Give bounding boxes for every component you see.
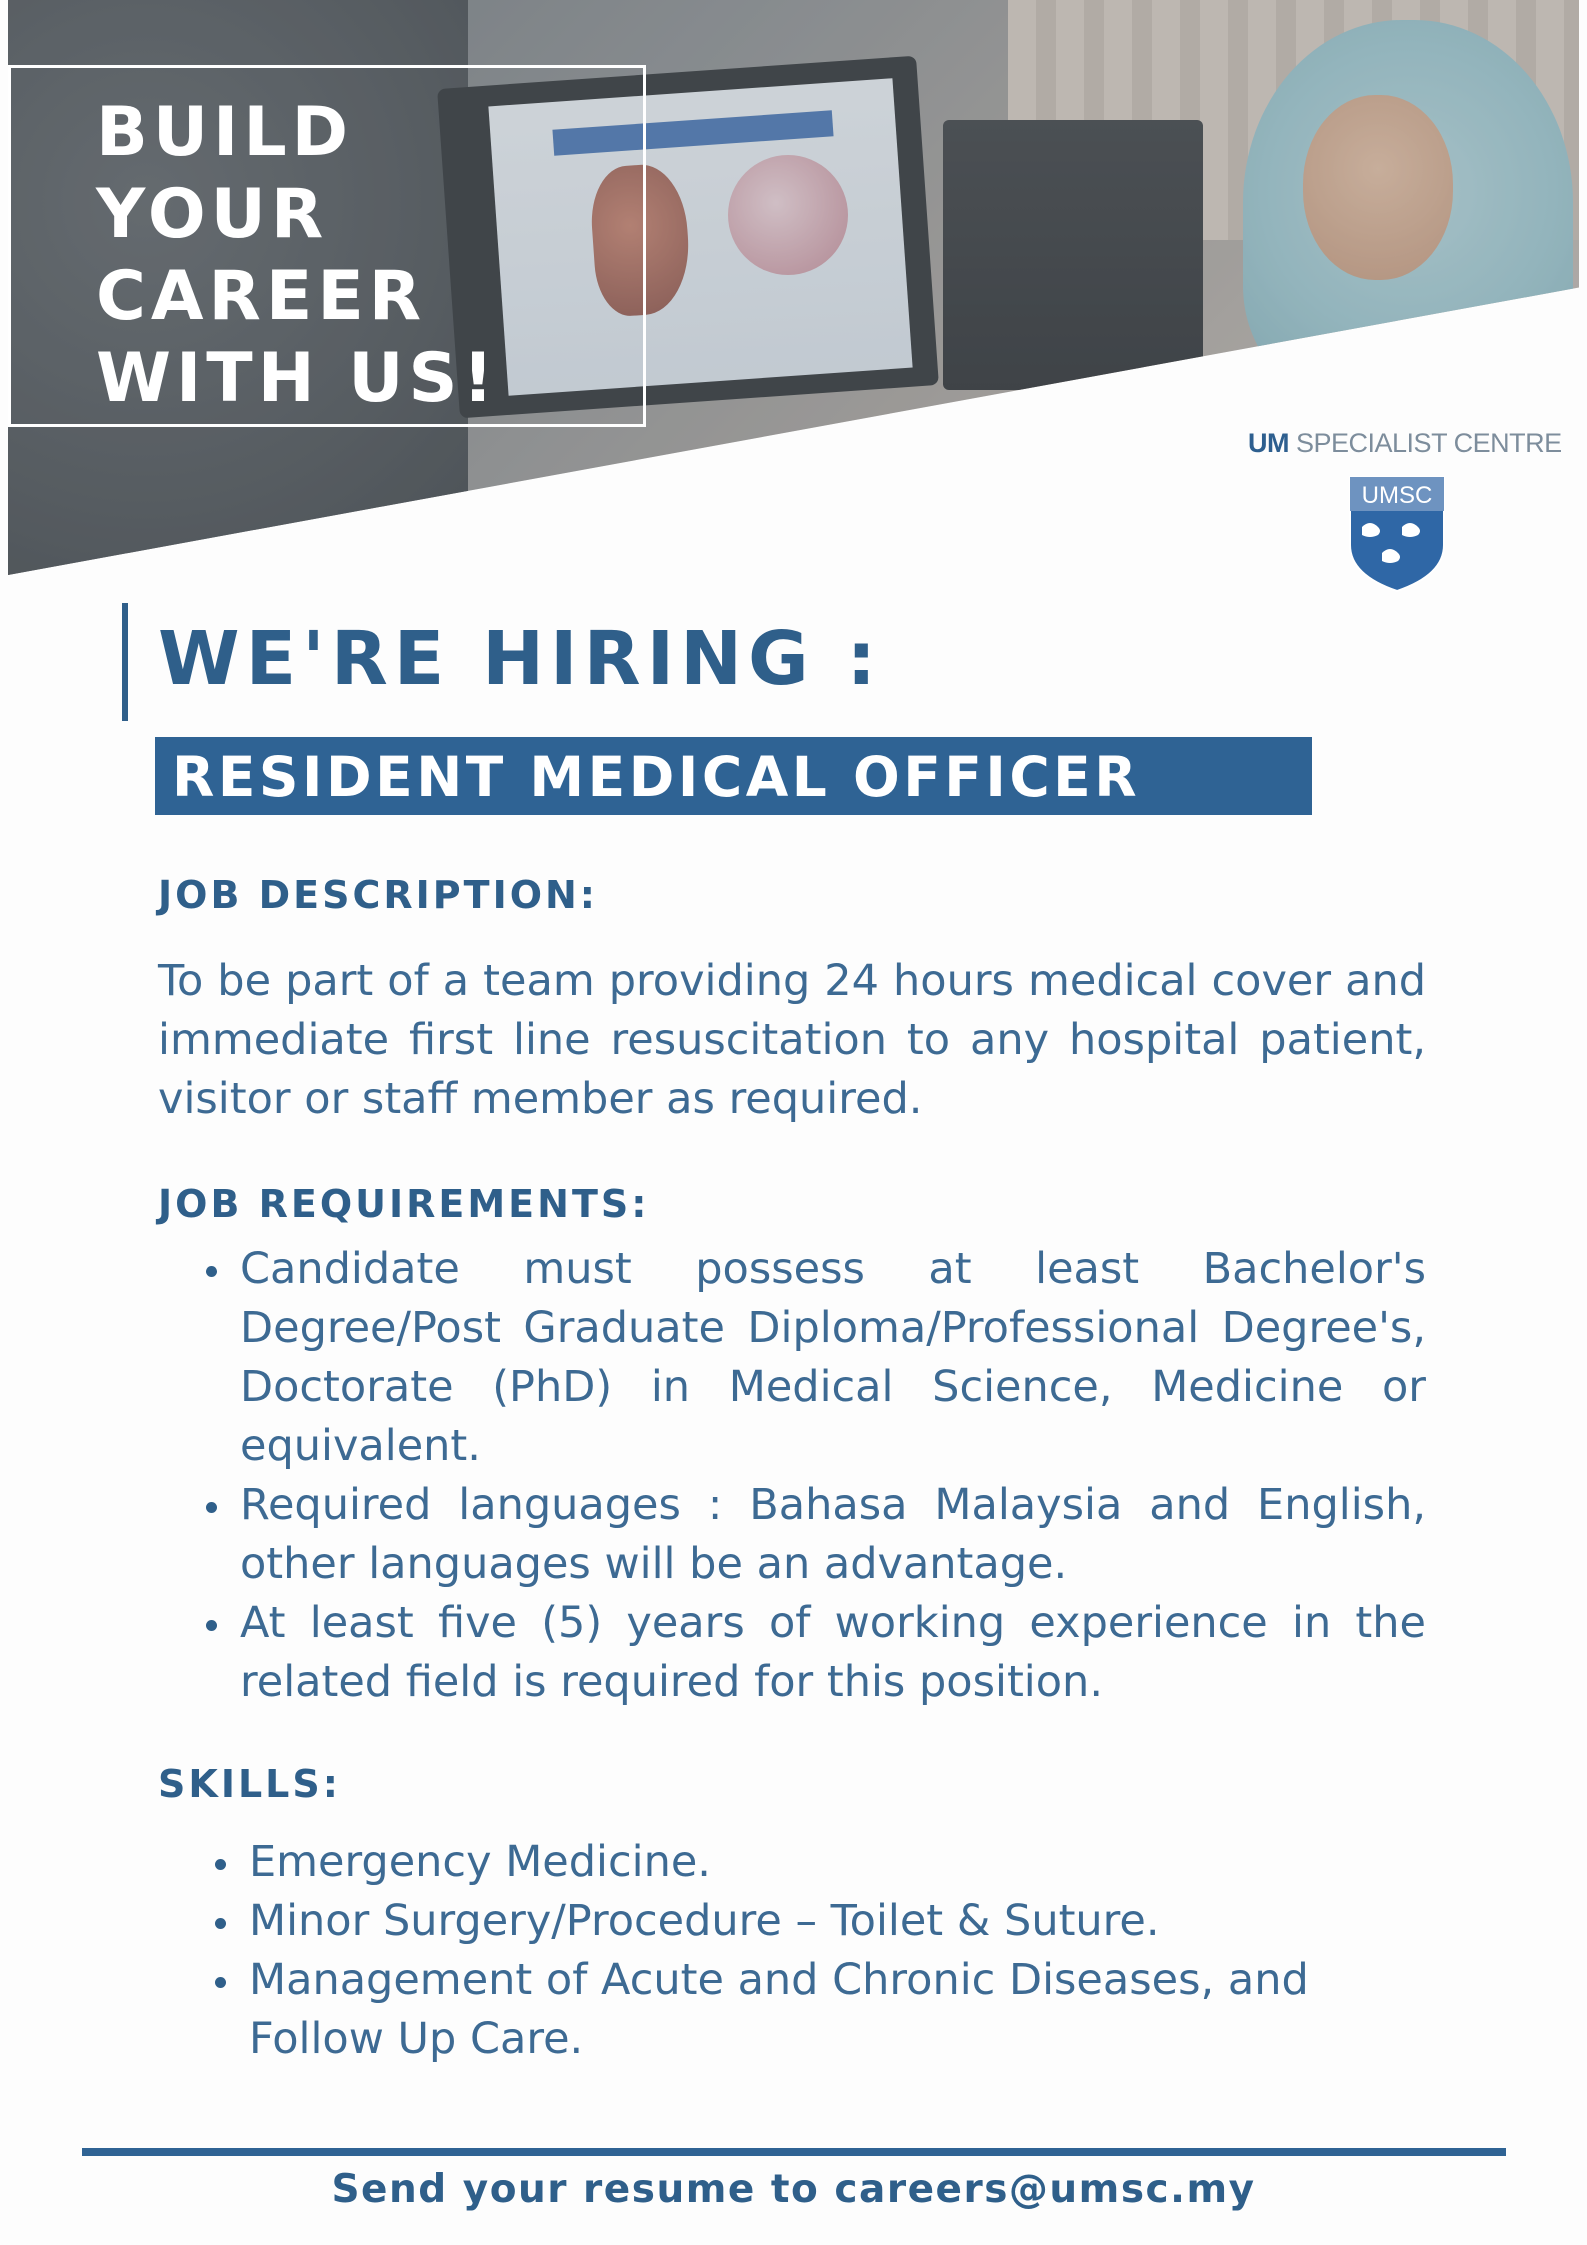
hiring-title: WE'RE HIRING : [158,616,883,702]
job-requirements-heading: JOB REQUIREMENTS: [158,1182,650,1226]
umsc-shield-logo: UMSC [1349,476,1445,593]
skills-heading: SKILLS: [158,1762,341,1806]
position-title: RESIDENT MEDICAL OFFICER [172,745,1141,809]
job-description-text: To be part of a team providing 24 hours … [158,956,1426,1124]
footer-divider [82,2148,1506,2156]
skills-list: Emergency Medicine. Minor Surgery/Proced… [215,1833,1449,2069]
job-requirements-list: Candidate must possess at least Bachelor… [206,1240,1426,1712]
list-item: At least five (5) years of working exper… [206,1594,1426,1712]
shield-text: UMSC [1362,482,1433,509]
list-item: Candidate must possess at least Bachelor… [206,1240,1426,1476]
footer-contact: Send your resume to careers@umsc.my [331,2167,1256,2212]
list-item: Emergency Medicine. [215,1833,1449,1892]
brand-name-bold: UM [1248,428,1290,458]
job-description-heading: JOB DESCRIPTION: [158,873,599,917]
brand-name-rest: SPECIALIST CENTRE [1289,428,1562,458]
headline: BUILD YOUR CAREER WITH US! [96,93,499,418]
list-item: Required languages : Bahasa Malaysia and… [206,1476,1426,1594]
hiring-poster: BUILD YOUR CAREER WITH US! UM SPECIALIST… [0,0,1587,2245]
accent-bar [122,603,128,721]
list-item: Minor Surgery/Procedure – Toilet & Sutur… [215,1892,1449,1951]
list-item: Management of Acute and Chronic Diseases… [215,1951,1449,2069]
brand-name: UM SPECIALIST CENTRE [1248,428,1562,459]
